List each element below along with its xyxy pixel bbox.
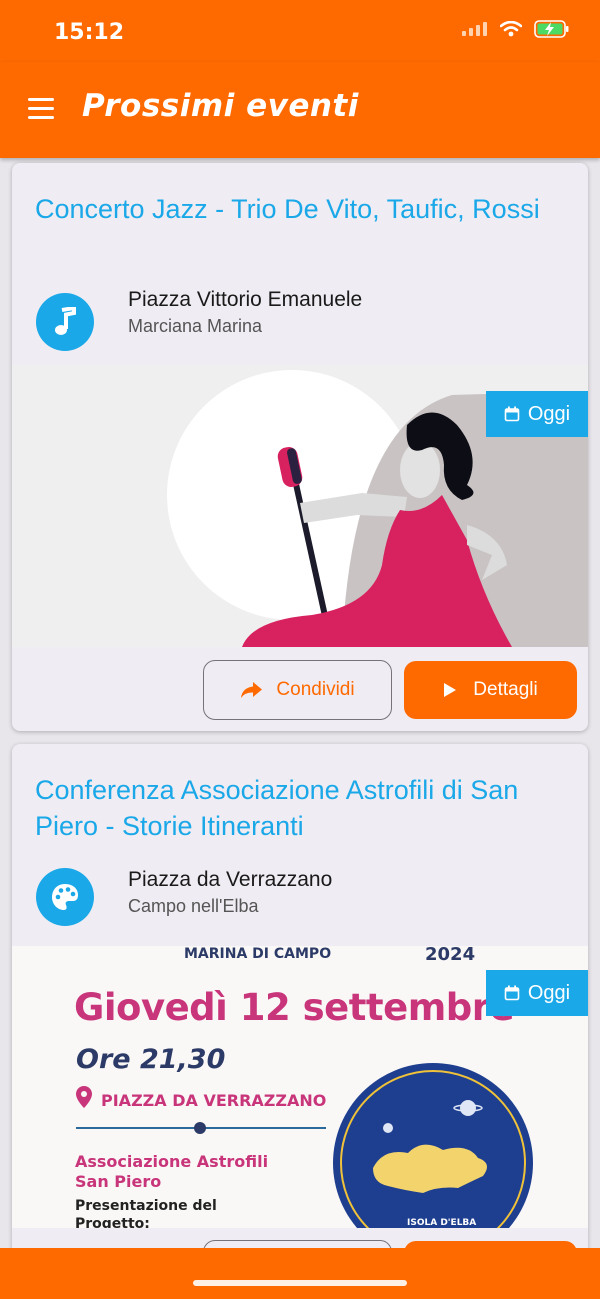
astrofili-logo <box>333 1063 533 1228</box>
share-button[interactable] <box>203 1240 392 1248</box>
date-badge-label: Oggi <box>527 402 571 425</box>
details-button[interactable]: Dettagli <box>404 661 577 719</box>
event-card: Concerto Jazz - Trio De Vito, Taufic, Ro… <box>12 163 588 731</box>
poster-org-line1: Associazione Astrofili <box>75 1152 269 1171</box>
music-note-icon <box>36 293 94 351</box>
app-bar: Prossimi eventi <box>0 62 600 158</box>
date-badge-label: Oggi <box>527 981 571 1004</box>
page-title: Prossimi eventi <box>82 88 359 124</box>
location-pin-icon <box>76 1086 92 1108</box>
event-place: Piazza da Verrazzano <box>128 868 333 891</box>
menu-icon[interactable] <box>28 98 60 122</box>
details-button[interactable] <box>404 1241 577 1248</box>
poster-org-line2: San Piero <box>75 1172 162 1191</box>
poster-desc-line2: Progetto: <box>75 1216 150 1228</box>
date-badge: Oggi <box>486 391 588 437</box>
details-button-label: Dettagli <box>473 679 538 700</box>
share-button-label: Condividi <box>276 679 355 700</box>
event-list[interactable]: Concerto Jazz - Trio De Vito, Taufic, Ro… <box>0 158 600 1248</box>
date-badge: Oggi <box>486 970 588 1016</box>
event-town: Marciana Marina <box>128 316 263 336</box>
poster-time: Ore 21,30 <box>76 1044 226 1075</box>
poster-date: Giovedì 12 settembre <box>74 986 515 1029</box>
cellular-icon <box>462 22 487 36</box>
status-time: 15:12 <box>54 20 125 45</box>
palette-icon <box>36 868 94 926</box>
status-icons <box>462 20 570 38</box>
calendar-icon <box>504 406 520 422</box>
poster-logo-sub: ISOLA D'ELBA <box>407 1218 477 1228</box>
poster-location: PIAZZA DA VERRAZZANO <box>101 1091 327 1110</box>
status-bar: 15:12 <box>0 0 600 62</box>
home-indicator[interactable] <box>193 1280 407 1286</box>
wifi-icon <box>500 21 522 37</box>
event-place: Piazza Vittorio Emanuele <box>128 288 363 311</box>
poster-top-label: MARINA DI CAMPO <box>184 946 332 962</box>
share-arrow-icon <box>241 682 263 698</box>
calendar-icon <box>504 985 520 1001</box>
poster-divider <box>76 1122 326 1134</box>
event-card: Conferenza Associazione Astrofili di San… <box>12 744 588 1248</box>
bottom-bar <box>0 1248 600 1299</box>
share-button[interactable]: Condividi <box>203 660 392 720</box>
play-icon <box>444 683 457 697</box>
poster-desc-line1: Presentazione del <box>75 1198 217 1214</box>
event-town: Campo nell'Elba <box>128 896 259 916</box>
battery-charging-icon <box>534 20 569 38</box>
event-title[interactable]: Conferenza Associazione Astrofili di San… <box>35 772 565 844</box>
poster-year: 2024 <box>425 946 476 965</box>
event-title[interactable]: Concerto Jazz - Trio De Vito, Taufic, Ro… <box>35 191 565 227</box>
event-image[interactable]: Oggi <box>12 365 588 647</box>
event-image[interactable]: MARINA DI CAMPO 2024 Giovedì 12 settembr… <box>12 946 588 1228</box>
